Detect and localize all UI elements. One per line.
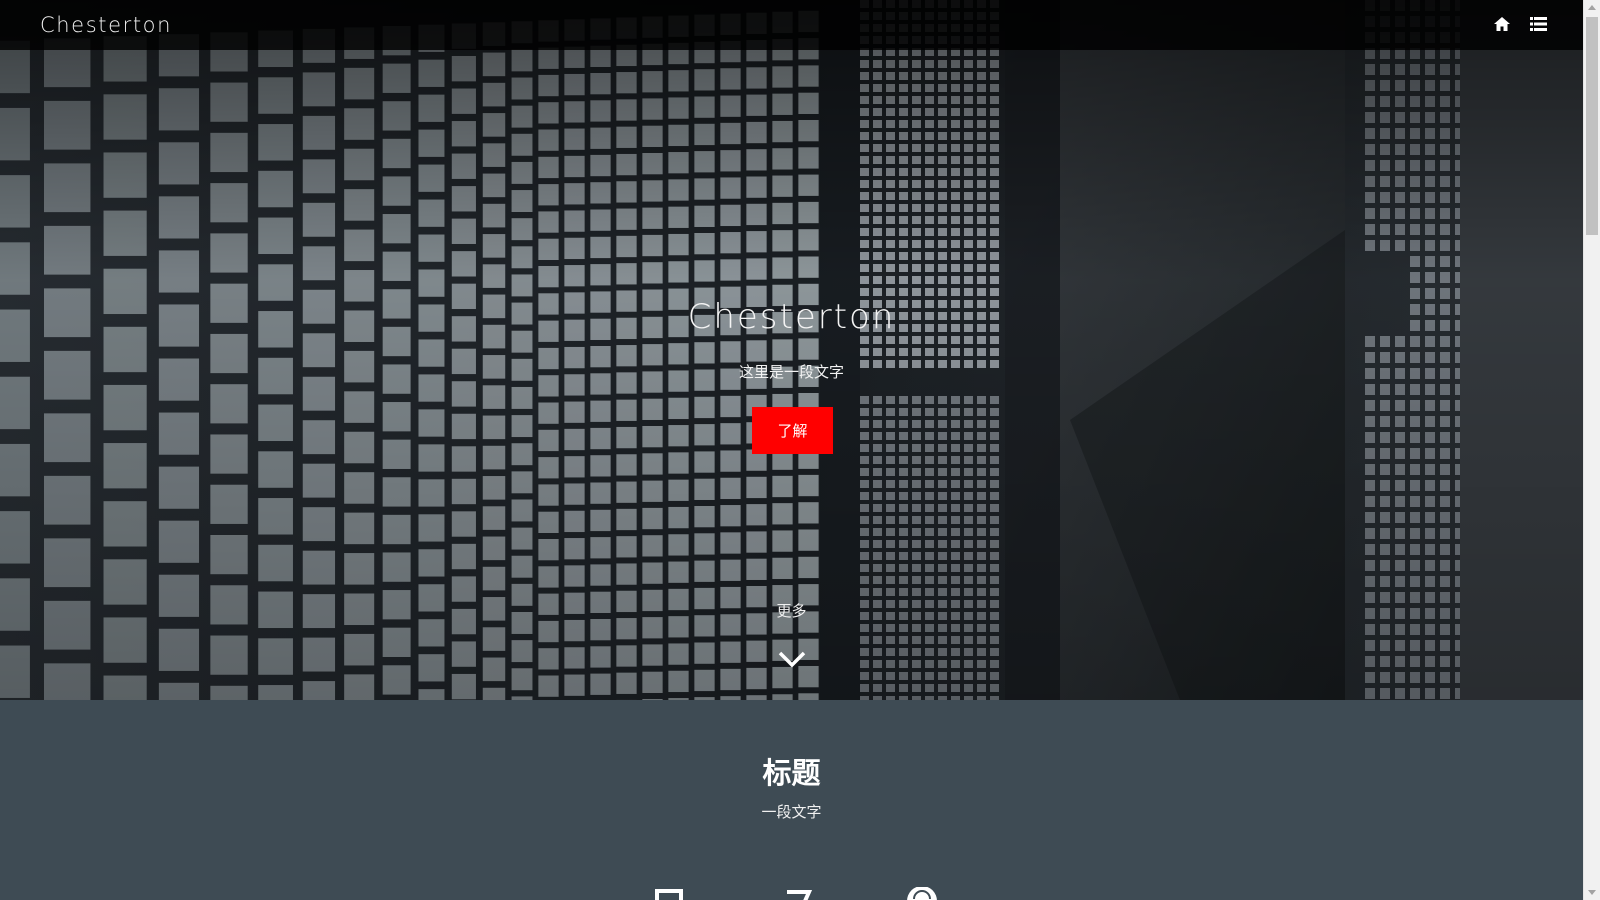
scroll-down-arrow-icon[interactable] — [1588, 890, 1596, 895]
learn-more-button[interactable]: 了解 — [752, 407, 833, 454]
section-title: 标题 — [762, 756, 821, 790]
feature-icon-2 — [785, 886, 813, 900]
intro-section: 标题 一段文字 — [0, 700, 1583, 900]
hero-title: Chesterton — [687, 297, 896, 337]
hero-content: Chesterton 这里是一段文字 了解 更多 — [0, 0, 1583, 700]
chevron-down-icon[interactable] — [777, 648, 807, 670]
scroll-up-arrow-icon[interactable] — [1588, 5, 1596, 10]
scroll-thumb[interactable] — [1586, 17, 1598, 235]
nav-icons — [1494, 16, 1547, 35]
feature-icon-3 — [906, 886, 938, 900]
feature-icons — [0, 886, 1583, 900]
brand-logo[interactable]: Chesterton — [40, 13, 172, 37]
more-link[interactable]: 更多 — [0, 600, 1583, 621]
feature-icon-1 — [655, 886, 683, 900]
section-text: 一段文字 — [761, 803, 822, 821]
navbar: Chesterton — [0, 0, 1583, 50]
home-icon[interactable] — [1494, 16, 1510, 35]
list-icon[interactable] — [1530, 16, 1547, 35]
hero-subtitle: 这里是一段文字 — [738, 363, 844, 381]
vertical-scrollbar[interactable] — [1583, 0, 1600, 900]
